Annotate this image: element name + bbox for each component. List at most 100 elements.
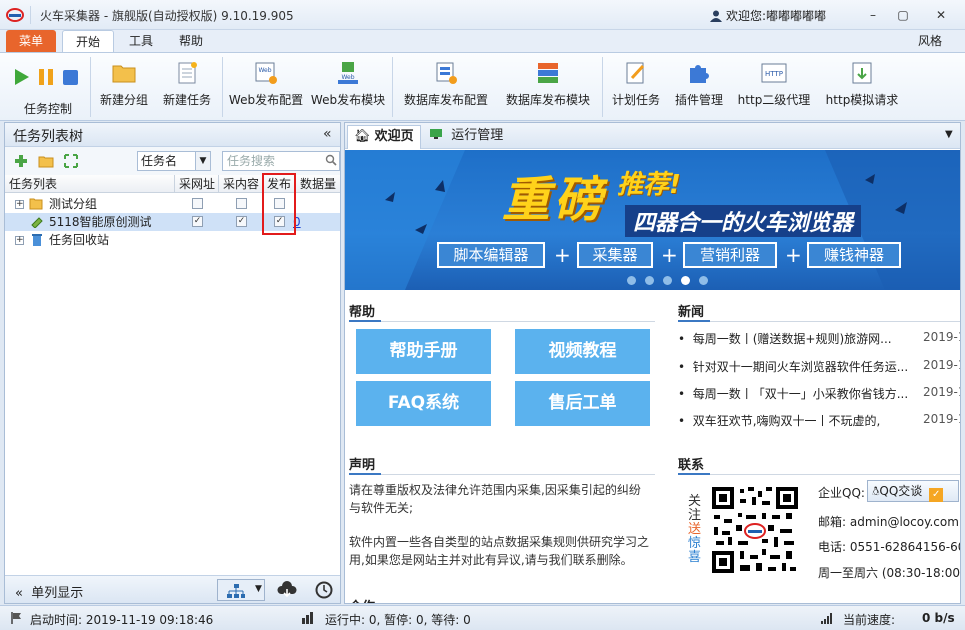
task-tree-toolbar: 任务名 ▼ 任务搜索 [5, 147, 340, 175]
news-item[interactable]: • 每周一数丨(赠送数据+规则)旅游网... [678, 330, 892, 347]
column-header-collect-url[interactable]: 采网址 [175, 175, 219, 193]
collect-url-checkbox[interactable] [192, 198, 203, 209]
maximize-button[interactable]: ▢ [892, 6, 914, 24]
tab-tools[interactable]: 工具 [118, 30, 164, 52]
user-area[interactable]: 欢迎您:嘟嘟嘟嘟嘟 [710, 7, 826, 24]
web-publish-module-button[interactable]: Web Web发布模块 [310, 57, 386, 117]
news-item[interactable]: • 每周一数丨「双十一」小采教你省钱方... [678, 385, 908, 402]
content-panel: 🏠︎ 欢迎页 运行管理 ▼ 重磅 推荐! 四器合一的火车浏览器 脚本编辑器 + … [344, 122, 961, 604]
news-date: 2019-1 [923, 330, 960, 344]
expand-all-icon[interactable] [63, 153, 79, 169]
banner-chip: 采集器 [577, 242, 653, 268]
recycle-bin-name: 任务回收站 [49, 233, 110, 247]
web-publish-config-button[interactable]: Web Web发布配置 [228, 57, 304, 117]
news-item[interactable]: • 针对双十一期间火车浏览器软件任务运... [678, 358, 908, 375]
phone-text: 电话: 0551-62864156-606 [818, 540, 961, 554]
promo-banner[interactable]: 重磅 推荐! 四器合一的火车浏览器 脚本编辑器 + 采集器 + 营销利器 + 赚… [345, 150, 960, 290]
column-header-collect-content[interactable]: 采内容 [219, 175, 263, 193]
task-search-input[interactable]: 任务搜索 [222, 151, 340, 171]
tabs-dropdown-icon[interactable]: ▼ [945, 129, 953, 140]
http-proxy-icon: HTTP [761, 63, 787, 83]
scheduled-task-button[interactable]: 计划任务 [606, 57, 666, 117]
banner-plus: + [661, 243, 678, 267]
chevron-down-icon[interactable]: ▼ [195, 152, 210, 170]
tab-style[interactable]: 风格 [905, 30, 955, 52]
speed-value: 0 b/s [922, 611, 955, 625]
faq-button[interactable]: FAQ系统 [356, 381, 491, 426]
content-tabs: 🏠︎ 欢迎页 运行管理 ▼ [345, 123, 960, 149]
banner-chip: 脚本编辑器 [437, 242, 545, 268]
collect-content-checkbox[interactable]: ✓ [236, 216, 247, 227]
video-tutorial-button[interactable]: 视频教程 [515, 329, 650, 374]
user-welcome: 欢迎您:嘟嘟嘟嘟嘟 [726, 9, 827, 23]
carousel-dot[interactable] [645, 276, 654, 285]
collapse-panel-icon[interactable]: « [323, 126, 332, 142]
http-proxy-button[interactable]: HTTP http二级代理 [734, 57, 814, 117]
db-publish-module-button[interactable]: 数据库发布模块 [500, 57, 596, 117]
speed-label: 当前速度: [843, 613, 896, 627]
carousel-dot[interactable] [663, 276, 672, 285]
http-request-icon [852, 62, 872, 84]
add-icon[interactable] [13, 153, 29, 169]
statement-text-2: 软件内置一些各自类型的站点数据采集规则供研究学习之用,如果您是网站主并对此有异议… [349, 535, 650, 567]
tree-view-button[interactable]: ▼ [217, 579, 265, 601]
signal-icon [821, 613, 832, 624]
banner-headline: 重磅 [502, 172, 607, 228]
ribbon-separator [90, 57, 91, 117]
http-simulate-button[interactable]: http模拟请求 [820, 57, 904, 117]
tab-menu[interactable]: 菜单 [6, 30, 56, 52]
stop-icon[interactable] [62, 67, 80, 87]
search-icon[interactable] [325, 154, 337, 166]
qr-code-image [710, 485, 800, 575]
qq-chat-button[interactable]: 🐧︎QQ交谈 ✓ [867, 480, 959, 502]
app-title: 火车采集器 - 旗舰版(自动授权版) 9.10.19.905 [40, 9, 294, 23]
close-button[interactable]: ✕ [930, 6, 952, 24]
news-item[interactable]: • 双车狂欢节,嗨购双十一丨不玩虚的, [678, 412, 880, 429]
section-divider [678, 321, 960, 322]
tab-run-manage[interactable]: 运行管理 [429, 125, 503, 147]
carousel-dot[interactable] [627, 276, 636, 285]
minimize-button[interactable]: – [862, 6, 884, 24]
group-name: 测试分组 [49, 197, 98, 211]
pause-icon[interactable] [38, 67, 54, 87]
ribbon-separator [222, 57, 223, 117]
tab-start[interactable]: 开始 [62, 30, 114, 52]
news-date: 2019-1 [923, 358, 960, 372]
expand-icon[interactable]: + [15, 236, 24, 245]
new-group-button[interactable]: 新建分组 [96, 57, 152, 117]
hours-text: 周一至周六 (08:30-18:00) [818, 566, 961, 580]
web-config-icon: Web [255, 62, 277, 84]
title-bar: 火车采集器 - 旗舰版(自动授权版) 9.10.19.905 欢迎您:嘟嘟嘟嘟嘟… [0, 0, 965, 30]
folder-icon [112, 65, 136, 83]
chevron-down-icon: ▼ [255, 584, 262, 594]
help-section-title: 帮助 [349, 305, 376, 320]
task-name: 5118智能原创测试 [49, 215, 152, 229]
check-icon: ✓ [929, 488, 944, 502]
column-header-data-count[interactable]: 数据量 [296, 175, 340, 193]
carousel-dot[interactable] [699, 276, 708, 285]
task-tree-panel: 任务列表树 « 任务名 ▼ 任务搜索 任务列表 采网址 采内容 发布 数据量 +… [4, 122, 341, 604]
new-task-button[interactable]: 新建任务 [158, 57, 216, 117]
database-module-icon [538, 63, 558, 83]
ribbon-separator [392, 57, 393, 117]
db-publish-config-button[interactable]: 数据库发布配置 [398, 57, 494, 117]
after-sales-ticket-button[interactable]: 售后工单 [515, 381, 650, 426]
cloud-download-icon[interactable] [277, 581, 297, 599]
column-header-task[interactable]: 任务列表 [5, 175, 175, 193]
carousel-dot-active[interactable] [681, 276, 690, 285]
collect-url-checkbox[interactable]: ✓ [192, 216, 203, 227]
tab-welcome[interactable]: 🏠︎ 欢迎页 [347, 125, 421, 149]
clock-icon[interactable] [315, 581, 333, 599]
start-time-text: 启动时间: 2019-11-19 09:18:46 [30, 613, 214, 627]
section-accent [349, 473, 381, 475]
banner-chip: 赚钱神器 [807, 242, 901, 268]
single-column-toggle[interactable]: « 单列显示 [15, 582, 83, 601]
collect-content-checkbox[interactable] [236, 198, 247, 209]
expand-icon[interactable]: + [15, 200, 24, 209]
help-manual-button[interactable]: 帮助手册 [356, 329, 491, 374]
banner-plus: + [785, 243, 802, 267]
plugin-manage-button[interactable]: 插件管理 [668, 57, 730, 117]
tab-help[interactable]: 帮助 [168, 30, 214, 52]
start-icon[interactable] [13, 67, 31, 87]
open-folder-icon[interactable] [38, 153, 54, 169]
